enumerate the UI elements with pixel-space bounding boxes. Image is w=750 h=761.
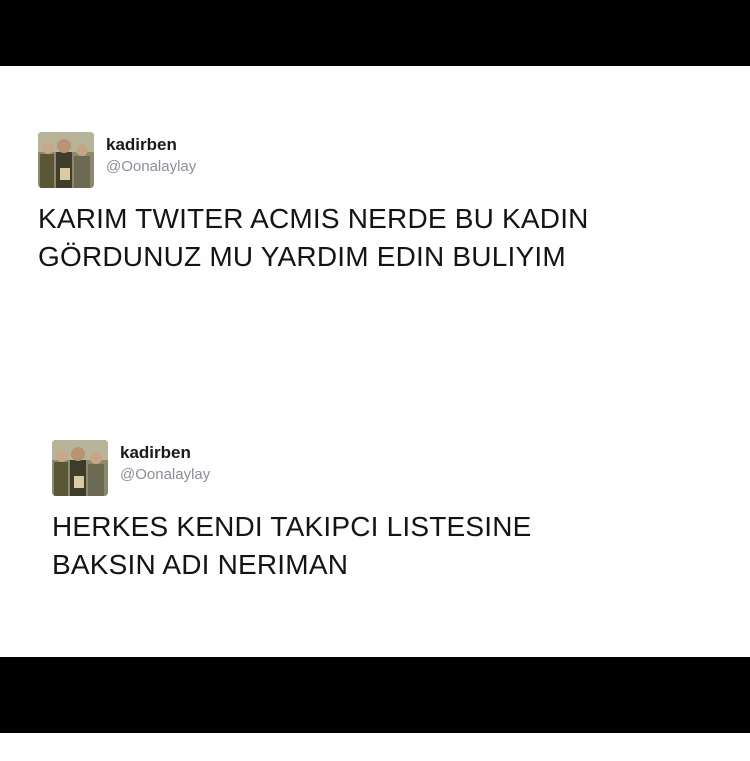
tweet-user: kadirben @Oonalaylay (106, 128, 196, 177)
bottom-white-strip (0, 733, 750, 761)
top-black-bar (0, 0, 750, 66)
user-handle[interactable]: @Oonalaylay (120, 465, 210, 485)
tweet-text-line: KARIM TWITER ACMIS NERDE BU KADIN (38, 203, 589, 234)
tweet-text: HERKES KENDI TAKIPCI LISTESINE BAKSIN AD… (52, 508, 712, 584)
display-name[interactable]: kadirben (120, 442, 210, 464)
avatar[interactable] (38, 132, 94, 188)
tweet-user: kadirben @Oonalaylay (120, 436, 210, 485)
avatar[interactable] (52, 440, 108, 496)
tweet-text: KARIM TWITER ACMIS NERDE BU KADIN GÖRDUN… (38, 200, 698, 276)
tweet-text-line: GÖRDUNUZ MU YARDIM EDIN BULIYIM (38, 241, 566, 272)
tweet-text-line: HERKES KENDI TAKIPCI LISTESINE (52, 511, 532, 542)
bottom-black-bar (0, 657, 750, 733)
avatar-photo-icon (52, 440, 108, 496)
user-handle[interactable]: @Oonalaylay (106, 157, 196, 177)
avatar-photo-icon (38, 132, 94, 188)
tweet-text-line: BAKSIN ADI NERIMAN (52, 549, 349, 580)
display-name[interactable]: kadirben (106, 134, 196, 156)
